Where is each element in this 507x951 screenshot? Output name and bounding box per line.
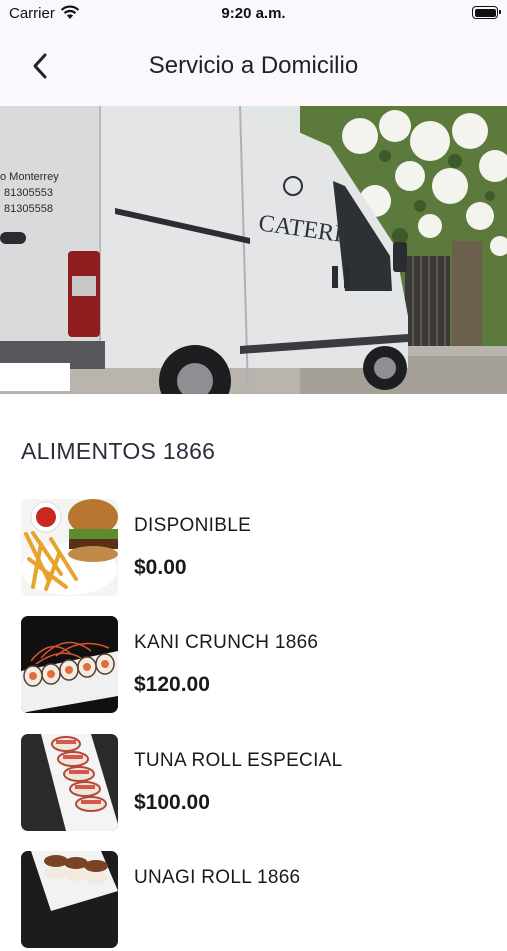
back-button[interactable] [22, 48, 58, 84]
item-name: DISPONIBLE [134, 515, 252, 536]
clock: 9:20 a.m. [221, 5, 286, 22]
van-text-3: 81305558 [4, 203, 53, 215]
battery-icon [472, 6, 501, 19]
list-item[interactable]: UNAGI ROLL 1866 [0, 851, 507, 951]
status-bar: Carrier 9:20 a.m. [0, 0, 507, 30]
list-item[interactable]: KANI CRUNCH 1866 $120.00 [0, 616, 507, 716]
page-title: Servicio a Domicilio [148, 52, 359, 79]
hero-image: o Monterrey 81305553 81305558 CATERING [0, 106, 507, 394]
navigation-bar: Servicio a Domicilio [0, 30, 507, 106]
section-title: ALIMENTOS 1866 [21, 438, 216, 464]
item-price: $0.00 [134, 556, 187, 579]
van-text-2: 81305553 [4, 187, 53, 199]
item-price: $100.00 [134, 791, 210, 814]
list-item[interactable]: DISPONIBLE $0.00 [0, 499, 507, 599]
van-text-1: o Monterrey [0, 171, 59, 183]
chevron-left-icon [33, 53, 47, 79]
item-thumbnail [21, 734, 118, 831]
item-name: TUNA ROLL ESPECIAL [134, 750, 343, 771]
item-name: KANI CRUNCH 1866 [134, 632, 319, 653]
list-item[interactable]: TUNA ROLL ESPECIAL $100.00 [0, 734, 507, 834]
item-name: UNAGI ROLL 1866 [134, 867, 301, 888]
item-thumbnail [21, 499, 118, 596]
item-price: $120.00 [134, 673, 210, 696]
item-thumbnail [21, 616, 118, 713]
